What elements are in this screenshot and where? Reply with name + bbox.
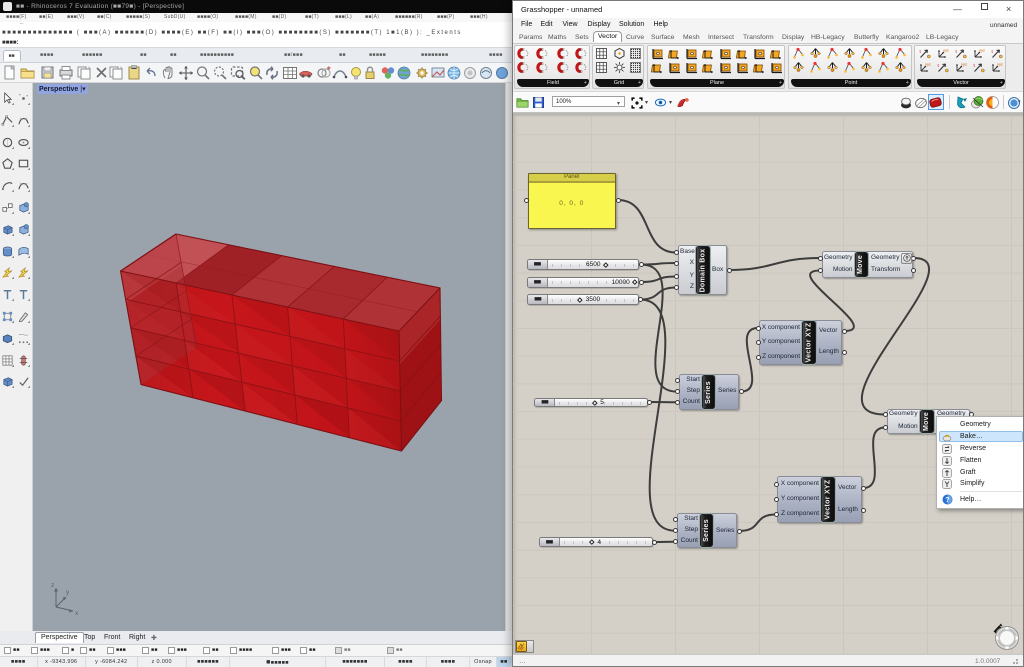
svg-text:t: t xyxy=(974,63,976,68)
svg-text:?: ? xyxy=(945,497,949,504)
svg-text:z: z xyxy=(51,582,54,589)
svg-text:y: y xyxy=(66,589,70,596)
svg-text:xyz: xyz xyxy=(979,48,985,53)
svg-text:t: t xyxy=(920,49,922,54)
svg-text:xyz: xyz xyxy=(997,62,1003,67)
svg-text:x: x xyxy=(75,610,79,617)
svg-text:t: t xyxy=(956,49,958,54)
svg-text:t: t xyxy=(992,49,994,54)
svg-text:xyz: xyz xyxy=(943,48,949,53)
svg-text:t: t xyxy=(938,63,940,68)
svg-text:xyz: xyz xyxy=(961,62,967,67)
svg-text:xyz: xyz xyxy=(925,62,931,67)
